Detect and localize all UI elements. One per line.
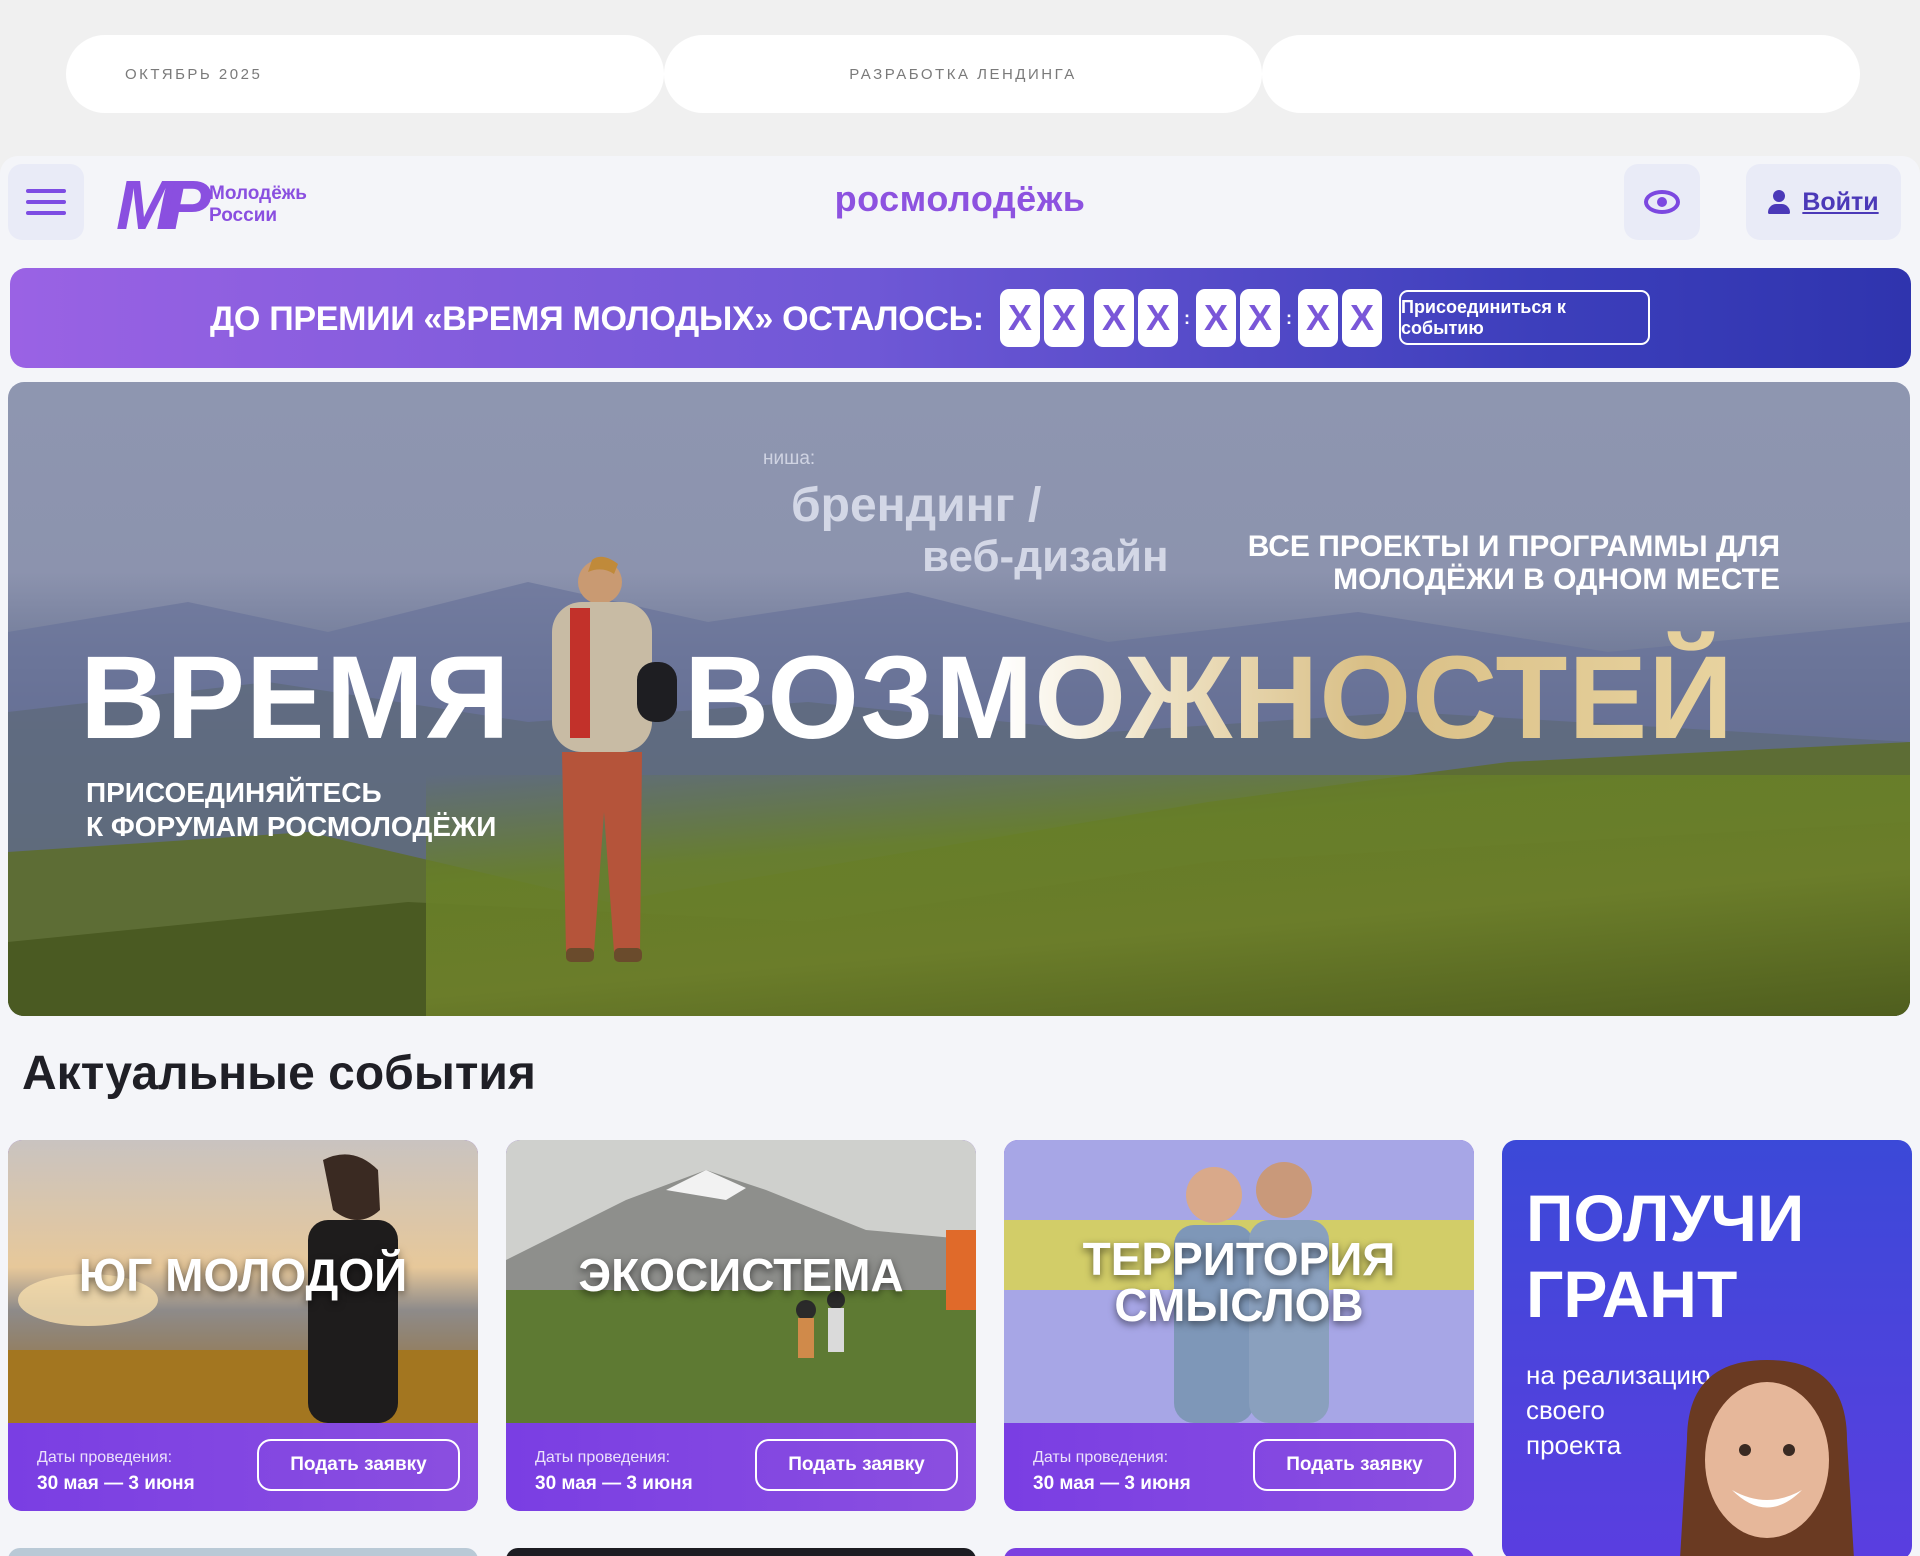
topic-pill-label: РАЗРАБОТКА ЛЕНДИНГА — [849, 65, 1077, 83]
event-title: ЭКОСИСТЕМА — [578, 1249, 904, 1301]
timer-digit: X — [1094, 289, 1134, 347]
timer-digit: X — [1240, 289, 1280, 347]
event-date-value: 30 мая — 3 июня — [535, 1473, 693, 1494]
timer-digit: X — [1298, 289, 1338, 347]
hero-subtitle-line1: ПРИСОЕДИНЯЙТЕСЬ — [86, 777, 382, 808]
event-title: ТЕРРИТОРИЯ СМЫСЛОВ — [1004, 1236, 1474, 1328]
countdown-title: ДО ПРЕМИИ «ВРЕМЯ МОЛОДЫХ» ОСТАЛОСЬ: — [210, 300, 984, 338]
hero-headline-word1: ВРЕМЯ — [80, 632, 511, 764]
timer-digit: X — [1196, 289, 1236, 347]
countdown-timer: X X X X : X X : X X — [1000, 289, 1386, 347]
timer-digit: X — [1342, 289, 1382, 347]
event-footer: Даты проведения: 30 мая — 3 июня Подать … — [8, 1423, 478, 1511]
niche-label: ниша: — [763, 448, 816, 469]
niche-line2: веб-дизайн — [922, 532, 1169, 581]
event-footer: Даты проведения: 30 мая — 3 июня Подать … — [1004, 1423, 1474, 1511]
next-card-peek — [8, 1548, 478, 1556]
timer-digit: X — [1138, 289, 1178, 347]
landing-page: МР Молодёжь России росмолодёжь Войти ДО … — [0, 156, 1920, 1556]
apply-button[interactable]: Подать заявку — [257, 1439, 460, 1491]
event-footer: Даты проведения: 30 мая — 3 июня Подать … — [506, 1423, 976, 1511]
event-title-line: ТЕРРИТОРИЯ СМЫСЛОВ — [1082, 1233, 1396, 1331]
niche-line1: брендинг / — [791, 479, 1042, 532]
grant-title-line2: ГРАНТ — [1526, 1257, 1738, 1331]
hero-subtitle-line2: К ФОРУМАМ РОСМОЛОДЁЖИ — [86, 811, 497, 842]
apply-button[interactable]: Подать заявку — [1253, 1439, 1456, 1491]
hero-headline-word2: ВОЗМОЖНОСТЕЙ — [684, 632, 1735, 764]
grant-title-line1: ПОЛУЧИ — [1526, 1181, 1805, 1255]
date-pill-label: ОКТЯБРЬ 2025 — [125, 65, 263, 83]
event-date-label: Даты проведения: — [535, 1449, 671, 1466]
event-card[interactable]: ЮГ МОЛОДОЙ Даты проведения: 30 мая — 3 и… — [8, 1140, 478, 1511]
timer-separator: : — [1184, 307, 1190, 328]
timer-separator: : — [1286, 307, 1292, 328]
section-title: Актуальные события — [22, 1047, 536, 1100]
hero-banner[interactable]: ниша: брендинг / веб-дизайн ВСЕ ПРОЕКТЫ … — [8, 382, 1910, 1016]
grant-card[interactable]: ПОЛУЧИ ГРАНТ на реализацию своего проект… — [1502, 1140, 1912, 1556]
event-card[interactable]: ТЕРРИТОРИЯ СМЫСЛОВ Даты проведения: 30 м… — [1004, 1140, 1474, 1511]
date-pill: ОКТЯБРЬ 2025 — [66, 35, 664, 113]
event-date-value: 30 мая — 3 июня — [37, 1473, 195, 1494]
login-label: Войти — [1802, 187, 1879, 216]
next-card-peek — [506, 1548, 976, 1556]
grant-title: ПОЛУЧИ ГРАНТ — [1526, 1180, 1804, 1332]
login-button[interactable]: Войти — [1746, 164, 1901, 240]
event-date-label: Даты проведения: — [37, 1449, 173, 1466]
accessibility-button[interactable] — [1624, 164, 1700, 240]
grant-person-photo — [1680, 1360, 1854, 1556]
info-pills: ОКТЯБРЬ 2025 РАЗРАБОТКА ЛЕНДИНГА — [66, 35, 1860, 113]
apply-button[interactable]: Подать заявку — [755, 1439, 958, 1491]
person-figure — [552, 556, 677, 962]
event-date-value: 30 мая — 3 июня — [1033, 1473, 1191, 1494]
event-date-label: Даты проведения: — [1033, 1449, 1169, 1466]
hero-subtitle: ПРИСОЕДИНЯЙТЕСЬ К ФОРУМАМ РОСМОЛОДЁЖИ — [86, 776, 496, 844]
event-title: ЮГ МОЛОДОЙ — [78, 1249, 408, 1301]
empty-pill — [1262, 35, 1860, 113]
hero-tagline: ВСЕ ПРОЕКТЫ И ПРОГРАММЫ ДЛЯ МОЛОДЁЖИ В О… — [1247, 530, 1780, 596]
timer-digit: X — [1044, 289, 1084, 347]
join-event-button[interactable]: Присоединиться к событию — [1399, 290, 1650, 345]
eye-icon — [1644, 190, 1680, 214]
countdown-banner: ДО ПРЕМИИ «ВРЕМЯ МОЛОДЫХ» ОСТАЛОСЬ: X X … — [10, 268, 1911, 368]
timer-digit: X — [1000, 289, 1040, 347]
event-card[interactable]: ЭКОСИСТЕМА Даты проведения: 30 мая — 3 и… — [506, 1140, 976, 1511]
user-icon — [1768, 190, 1791, 214]
next-card-peek — [1004, 1548, 1474, 1556]
topic-pill: РАЗРАБОТКА ЛЕНДИНГА — [664, 35, 1262, 113]
